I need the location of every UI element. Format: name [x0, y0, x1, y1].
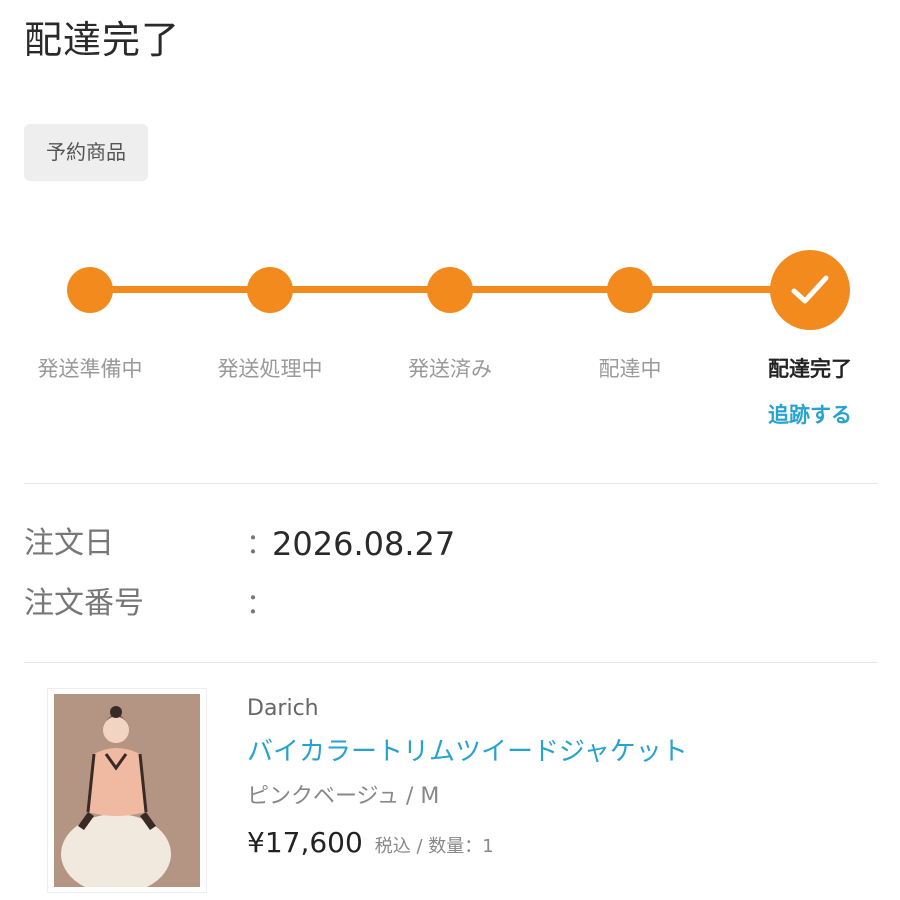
- product-price: ¥17,600: [247, 826, 363, 859]
- colon-separator: ：: [246, 587, 275, 620]
- step-dot: [247, 267, 293, 313]
- step-dot: [607, 267, 653, 313]
- product-brand: Darich: [247, 696, 319, 721]
- step-label: 配達中: [598, 357, 662, 381]
- delivery-status-tracker: 発送準備中 発送処理中 発送済み 配達中 配達完了 追跡する: [0, 240, 900, 440]
- step-label: 発送準備中: [37, 357, 143, 381]
- preorder-badge: 予約商品: [24, 124, 148, 181]
- step-dot-completed: [770, 250, 850, 330]
- step-label: 発送処理中: [217, 357, 323, 381]
- order-date-label: 注文日: [24, 526, 114, 561]
- page-title: 配達完了: [24, 18, 181, 62]
- colon-separator: ：: [246, 527, 275, 560]
- order-number-label: 注文番号: [24, 586, 144, 621]
- step-dot: [427, 267, 473, 313]
- product-name-link[interactable]: バイカラートリムツイードジャケット: [247, 733, 688, 771]
- product-image[interactable]: [48, 689, 206, 892]
- order-date-value: 2026.08.27: [272, 525, 456, 563]
- track-shipment-link[interactable]: 追跡する: [720, 400, 900, 430]
- divider: [24, 662, 878, 663]
- step-label: 発送済み: [408, 357, 492, 381]
- product-variant: ピンクベージュ / M: [247, 784, 440, 809]
- order-detail-page: 配達完了 予約商品 発送準備中 発送処理中 発送済み 配達中 配達完了 追跡する…: [0, 0, 900, 900]
- price-row: ¥17,600 税込 / 数量：1: [247, 822, 494, 864]
- step-dot: [67, 267, 113, 313]
- divider: [24, 483, 878, 484]
- step-label-current: 配達完了: [768, 357, 852, 381]
- tax-and-quantity: 税込 / 数量：1: [374, 836, 494, 857]
